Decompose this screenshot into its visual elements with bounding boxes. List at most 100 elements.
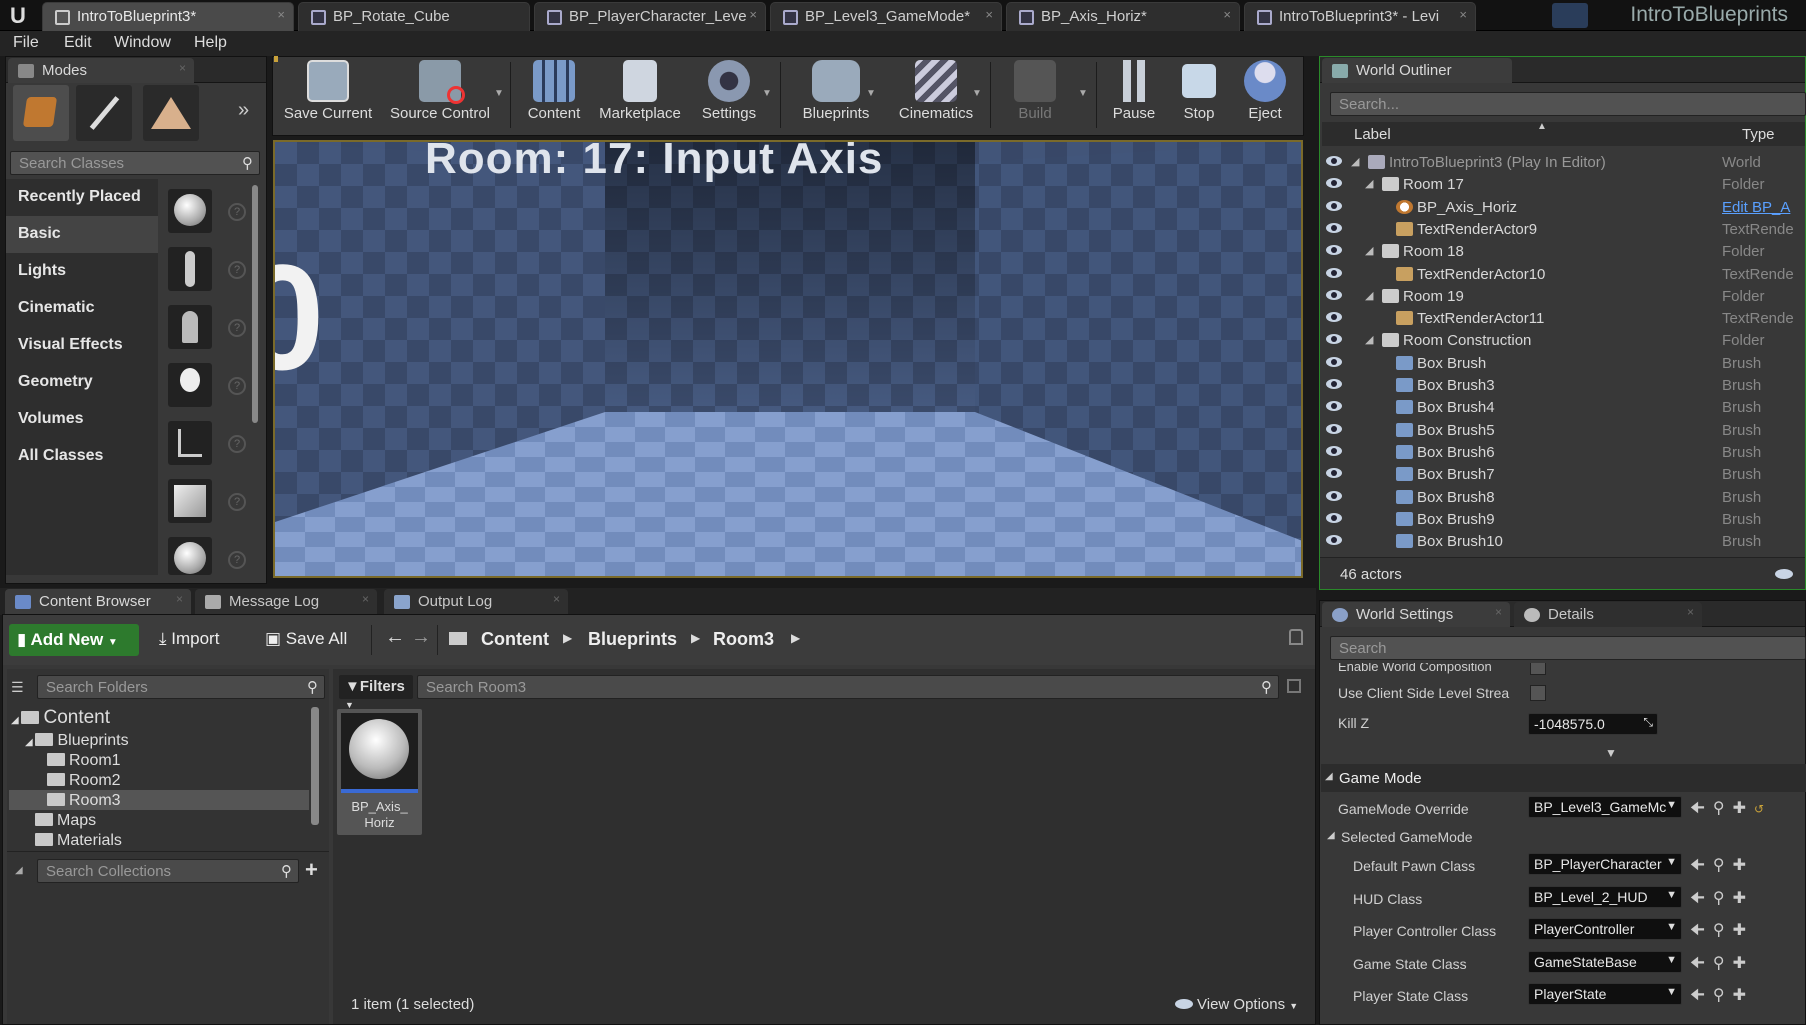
class-dropdown[interactable]: PlayerController ▼ xyxy=(1528,918,1682,941)
category-lights[interactable]: Lights xyxy=(6,253,158,290)
class-dropdown[interactable]: PlayerState ▼ xyxy=(1528,983,1682,1006)
visibility-eye-icon[interactable] xyxy=(1326,222,1342,233)
expand-arrow-icon[interactable]: ◢ xyxy=(1365,177,1373,190)
menu-file[interactable]: File xyxy=(13,34,39,52)
menu-window[interactable]: Window xyxy=(114,34,171,52)
outliner-row[interactable]: Box Brush8 Brush xyxy=(1321,486,1806,508)
add-icon[interactable]: ✚ xyxy=(1733,922,1754,939)
class-dropdown[interactable]: GameStateBase ▼ xyxy=(1528,950,1682,973)
visibility-eye-icon[interactable] xyxy=(1326,512,1342,523)
help-icon[interactable]: ? xyxy=(228,493,246,511)
outliner-search-input[interactable]: Search... xyxy=(1330,92,1806,116)
column-label[interactable]: Label xyxy=(1354,126,1391,143)
add-icon[interactable]: ✚ xyxy=(1733,857,1754,874)
category-recently-placed[interactable]: Recently Placed xyxy=(6,179,158,216)
view-options-button[interactable]: View Options ▼ xyxy=(1175,996,1298,1013)
close-icon[interactable]: × xyxy=(1459,7,1467,22)
content-button[interactable]: Content xyxy=(516,60,592,132)
source-control-button[interactable]: Source Control xyxy=(382,60,498,132)
close-icon[interactable]: × xyxy=(1223,7,1231,22)
breadcrumb-chevron-icon[interactable]: ▶ xyxy=(691,631,700,645)
help-icon[interactable]: ? xyxy=(228,203,246,221)
tab-message-log[interactable]: Message Log × xyxy=(195,589,377,614)
import-button[interactable]: ⤓ Import xyxy=(159,629,219,649)
outliner-row[interactable]: TextRenderActor11 TextRende xyxy=(1321,307,1806,329)
outliner-row[interactable]: TextRenderActor10 TextRende xyxy=(1321,263,1806,285)
view-options-eye-icon[interactable] xyxy=(1775,569,1793,579)
enable-world-composition-checkbox[interactable] xyxy=(1530,663,1546,675)
tab-modes[interactable]: Modes × xyxy=(8,58,194,83)
category-selected-gamemode[interactable]: ◢ Selected GameMode xyxy=(1321,823,1806,849)
close-icon[interactable]: × xyxy=(179,61,186,75)
gamemode-override-actions[interactable]: 🠈⚲✚↺ xyxy=(1690,797,1772,824)
expand-chevron-icon[interactable]: » xyxy=(238,99,249,122)
expand-arrow-icon[interactable]: ◢ xyxy=(1365,333,1373,346)
browse-icon[interactable]: ⚲ xyxy=(1713,922,1733,939)
outliner-row[interactable]: ◢ Room 17 Folder xyxy=(1321,173,1806,195)
add-icon[interactable]: ✚ xyxy=(1733,890,1754,907)
marketplace-button[interactable]: Marketplace xyxy=(594,60,686,132)
tree-item-materials[interactable]: Materials xyxy=(35,832,122,849)
settings-button[interactable]: Settings xyxy=(692,60,766,132)
tree-menu-icon[interactable]: ☰ xyxy=(11,679,24,696)
outliner-row[interactable]: Box Brush7 Brush xyxy=(1321,463,1806,485)
help-icon[interactable]: ? xyxy=(228,551,246,569)
use-client-side-checkbox[interactable] xyxy=(1530,685,1546,701)
category-game-mode[interactable]: ◢ Game Mode xyxy=(1321,764,1806,792)
search-classes-input[interactable]: Search Classes ⚲ xyxy=(10,151,260,175)
close-icon[interactable]: × xyxy=(553,592,560,606)
level-viewport[interactable]: Room: 17: Input Axis 0 xyxy=(273,140,1303,578)
forward-arrow-icon[interactable]: → xyxy=(411,626,431,649)
outliner-row[interactable]: Box Brush9 Brush xyxy=(1321,508,1806,530)
menu-edit[interactable]: Edit xyxy=(64,34,92,52)
actor-empty-actor[interactable] xyxy=(168,189,212,233)
help-icon[interactable]: ? xyxy=(228,261,246,279)
breadcrumb-room3[interactable]: Room3 xyxy=(713,629,774,650)
collections-toggle-icon[interactable]: ◢ xyxy=(15,865,23,876)
tab-bp-playercharacter[interactable]: BP_PlayerCharacter_Leve × xyxy=(534,2,766,31)
visibility-eye-icon[interactable] xyxy=(1326,445,1342,456)
build-button[interactable]: Build xyxy=(996,60,1074,132)
tree-item-maps[interactable]: Maps xyxy=(35,812,96,830)
visibility-eye-icon[interactable] xyxy=(1326,178,1342,189)
visibility-eye-icon[interactable] xyxy=(1326,267,1342,278)
outliner-row[interactable]: Box Brush4 Brush xyxy=(1321,396,1806,418)
edit-blueprint-link[interactable]: Edit BP_A xyxy=(1722,199,1790,216)
tree-item-content[interactable]: ◢ Content xyxy=(11,707,110,729)
kill-z-input[interactable]: -1048575.0 ⤡ xyxy=(1528,713,1658,735)
visibility-eye-icon[interactable] xyxy=(1326,535,1342,546)
close-icon[interactable]: × xyxy=(1687,605,1694,619)
tab-bp-level3-gamemode[interactable]: BP_Level3_GameMode* × xyxy=(770,2,1002,31)
close-icon[interactable]: × xyxy=(749,7,757,22)
breadcrumb-content[interactable]: Content xyxy=(481,629,549,650)
save-all-button[interactable]: ▣ Save All xyxy=(265,629,347,649)
close-icon[interactable]: × xyxy=(1495,605,1502,619)
tab-bp-rotate-cube[interactable]: BP_Rotate_Cube xyxy=(298,2,530,31)
category-basic[interactable]: Basic xyxy=(6,216,158,253)
chevron-down-icon[interactable]: ▼ xyxy=(494,88,504,99)
close-icon[interactable]: × xyxy=(362,592,369,606)
tree-item-room2[interactable]: Room2 xyxy=(47,772,121,790)
use-selected-arrow-icon[interactable]: 🠈 xyxy=(1690,987,1713,1004)
add-icon[interactable]: ✚ xyxy=(1733,800,1754,817)
actor-point-light[interactable] xyxy=(168,363,212,407)
browse-icon[interactable]: ⚲ xyxy=(1713,890,1733,907)
help-icon[interactable]: ? xyxy=(228,435,246,453)
filters-button[interactable]: ▼Filters ▼ xyxy=(339,675,413,710)
save-current-button[interactable]: Save Current xyxy=(280,60,376,132)
chevron-down-icon[interactable]: ▼ xyxy=(866,88,876,99)
place-mode-button[interactable] xyxy=(13,85,69,141)
chevron-down-icon[interactable]: ▼ xyxy=(762,88,772,99)
use-selected-arrow-icon[interactable]: 🠈 xyxy=(1690,857,1713,874)
breadcrumb-chevron-icon[interactable]: ▶ xyxy=(791,631,800,645)
help-icon[interactable]: ? xyxy=(228,377,246,395)
class-actions[interactable]: 🠈⚲✚ xyxy=(1690,919,1754,946)
scrollbar[interactable] xyxy=(252,185,258,423)
tab-content-browser[interactable]: Content Browser × xyxy=(5,589,191,614)
gamemode-override-dropdown[interactable]: BP_Level3_GameMc ▼ xyxy=(1528,796,1682,818)
pause-button[interactable]: Pause xyxy=(1102,60,1166,132)
breadcrumb-chevron-icon[interactable]: ▶ xyxy=(563,631,572,645)
actor-empty-character[interactable] xyxy=(168,247,212,291)
visibility-eye-icon[interactable] xyxy=(1326,379,1342,389)
tab-details[interactable]: Details × xyxy=(1514,602,1702,627)
